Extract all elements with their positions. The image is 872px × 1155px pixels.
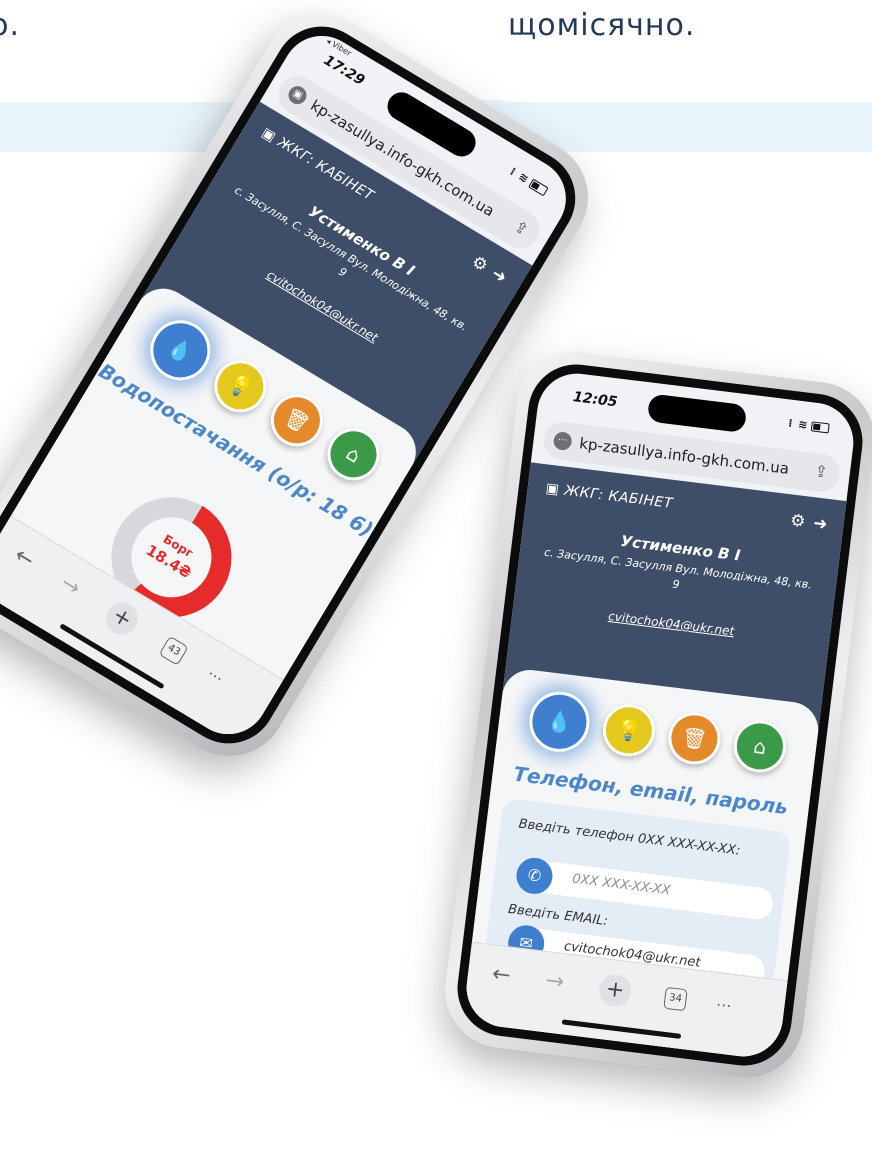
phone-input[interactable] [569, 870, 745, 909]
status-time: 17:29 [320, 52, 368, 90]
battery-icon [810, 421, 830, 434]
more-icon[interactable]: ··· [204, 664, 227, 688]
logout-icon[interactable]: ➜ [488, 264, 511, 288]
electricity-tab[interactable]: 💡 [599, 701, 658, 760]
trash-tab[interactable]: 🗑 [261, 384, 333, 457]
share-icon[interactable]: ⇪ [813, 461, 829, 481]
gear-icon[interactable]: ⚙ [468, 252, 491, 277]
trash-tab[interactable]: 🗑 [665, 709, 724, 768]
gear-icon[interactable]: ⚙ [789, 510, 807, 532]
electricity-tab[interactable]: 💡 [204, 350, 277, 423]
share-icon[interactable]: ⇪ [511, 216, 532, 239]
house-tab[interactable]: ⌂ [317, 418, 390, 491]
phone-icon: ✆ [514, 855, 555, 896]
system-icons: ⁞ ≋ [508, 165, 550, 197]
header-actions: ⚙➜ [781, 510, 829, 535]
card-right-text: щомісячно. [508, 8, 696, 43]
forward-icon[interactable]: → [544, 968, 565, 995]
logout-icon[interactable]: ➜ [812, 513, 829, 535]
home-indicator [59, 623, 165, 690]
home-indicator [561, 1019, 682, 1039]
tab-count-button[interactable]: 34 [663, 986, 688, 1012]
phone-field-label: Введіть телефон 0XX XXX-XX-XX: [517, 816, 742, 859]
app-brand: ▣ ЖКГ: КАБІНЕТ [545, 480, 674, 511]
back-icon[interactable]: ← [10, 543, 39, 574]
status-time: 12:05 [572, 389, 619, 411]
site-info-icon[interactable]: ··· [552, 431, 573, 452]
house-tab[interactable]: ⌂ [730, 717, 789, 776]
info-card-right: щомісячно. [472, 0, 872, 102]
site-info-icon[interactable]: ▣ [285, 82, 310, 108]
header-actions: ⚙➜ [461, 247, 510, 288]
new-tab-button[interactable]: + [597, 972, 633, 1009]
book-icon: ▣ [544, 480, 561, 499]
phone-mockup-profile: 12:05 ⁞ ≋ ··· kp-zasullya.info-gkh.com.u… [438, 345, 872, 1085]
phone-screen: 12:05 ⁞ ≋ ··· kp-zasullya.info-gkh.com.u… [462, 369, 858, 1061]
card-left-text: но. [0, 8, 20, 43]
back-icon[interactable]: ← [491, 962, 512, 989]
book-icon: ▣ [258, 124, 279, 146]
phone-bezel: 12:05 ⁞ ≋ ··· kp-zasullya.info-gkh.com.u… [452, 359, 868, 1071]
battery-icon [528, 178, 549, 197]
more-icon[interactable]: ··· [715, 995, 732, 1016]
system-icons: ⁞ ≋ [788, 417, 831, 435]
new-tab-button[interactable]: + [99, 596, 144, 641]
water-tab[interactable]: 💧 [139, 309, 222, 392]
tab-count-button[interactable]: 43 [158, 635, 189, 666]
water-tab[interactable]: 💧 [525, 688, 593, 756]
forward-icon[interactable]: → [56, 570, 85, 601]
brand-label: ЖКГ: КАБІНЕТ [563, 482, 674, 512]
